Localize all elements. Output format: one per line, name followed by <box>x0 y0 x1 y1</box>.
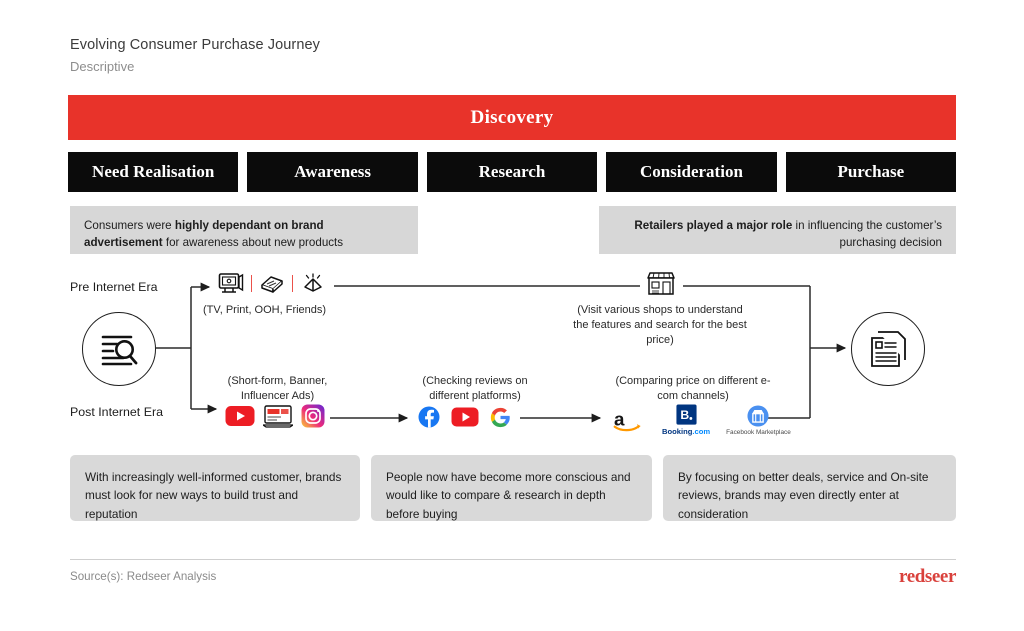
title-block: Evolving Consumer Purchase Journey Descr… <box>70 36 320 75</box>
discovery-banner: Discovery <box>68 95 956 140</box>
callout-right-post: in influencing the customer’s purchasing… <box>792 219 942 250</box>
insight-box-1: With increasingly well-informed customer… <box>70 455 360 521</box>
facebook-icon[interactable] <box>418 406 440 428</box>
booking-com-brand[interactable]: B Booking.com <box>662 404 710 436</box>
pre-internet-media-icons <box>218 272 326 294</box>
callout-awareness: Consumers were highly dependant on brand… <box>70 206 418 254</box>
facebook-marketplace-label: Facebook Marketplace <box>726 428 791 436</box>
caption-pre-internet-media: (TV, Print, OOH, Friends) <box>203 304 327 316</box>
source-text: Source(s): Redseer Analysis <box>70 570 217 583</box>
caption-ecom: (Comparing price on different e-com chan… <box>615 375 771 402</box>
callout-left-post: for awareness about new products <box>162 236 344 250</box>
stage-need-realisation[interactable]: Need Realisation <box>68 152 239 192</box>
page-title: Evolving Consumer Purchase Journey <box>70 37 321 53</box>
stage-purchase[interactable]: Purchase <box>785 152 957 192</box>
review-platform-icons <box>418 406 511 428</box>
caption-visit-shops: (Visit various shops to understand the f… <box>573 304 747 346</box>
callout-retailers: Retailers played a major role in influen… <box>599 206 956 254</box>
instagram-icon[interactable] <box>301 404 325 428</box>
storefront-icon <box>647 272 675 295</box>
insight-box-3: By focusing on better deals, service and… <box>663 455 956 521</box>
journey-start-node <box>82 312 156 386</box>
youtube-icon[interactable] <box>225 405 255 427</box>
caption-ads: (Short-form, Banner, Influencer Ads) <box>227 375 328 402</box>
caption-reviews: (Checking reviews on different platforms… <box>422 375 528 402</box>
callout-left-pre: Consumers were <box>84 219 175 232</box>
insight-box-2: People now have become more conscious an… <box>371 455 652 521</box>
banner-ad-icon[interactable] <box>263 404 293 428</box>
stage-research[interactable]: Research <box>426 152 598 192</box>
ecom-platform-icons: a B Booking.com Facebook Marketplace <box>612 404 791 436</box>
callout-right-bold: Retailers played a major role <box>634 219 793 232</box>
ads-platform-icons <box>225 404 325 428</box>
megaphone-icon <box>304 273 322 292</box>
page-subtitle: Descriptive <box>70 58 135 74</box>
facebook-marketplace-brand[interactable]: Facebook Marketplace <box>726 404 791 436</box>
footer-divider <box>70 559 956 560</box>
youtube-icon[interactable] <box>451 407 479 427</box>
journey-end-node <box>851 312 925 386</box>
newspaper-stack-icon <box>261 276 283 293</box>
amazon-brand[interactable]: a <box>612 408 646 432</box>
documents-icon <box>871 331 906 367</box>
icon-separator <box>292 274 293 292</box>
search-list-icon <box>101 335 138 366</box>
era-label-pre-internet: Pre Internet Era <box>70 280 158 294</box>
facebook-marketplace-icon[interactable] <box>747 404 769 427</box>
booking-com-label: Booking.com <box>662 427 711 436</box>
stage-awareness[interactable]: Awareness <box>247 152 418 192</box>
icon-separator <box>251 274 252 292</box>
amazon-icon[interactable]: a <box>612 408 646 432</box>
tv-icon <box>218 273 244 293</box>
booking-com-icon[interactable]: B <box>675 404 697 425</box>
svg-text:B: B <box>680 408 689 422</box>
redseer-logo: redseer <box>899 566 956 587</box>
slide-canvas: Evolving Consumer Purchase Journey Descr… <box>0 0 1024 631</box>
stage-consideration[interactable]: Consideration <box>606 152 777 192</box>
era-label-post-internet: Post Internet Era <box>70 405 163 419</box>
google-icon[interactable] <box>490 407 511 428</box>
stage-tab-row: Need Realisation Awareness Research Cons… <box>68 152 957 192</box>
